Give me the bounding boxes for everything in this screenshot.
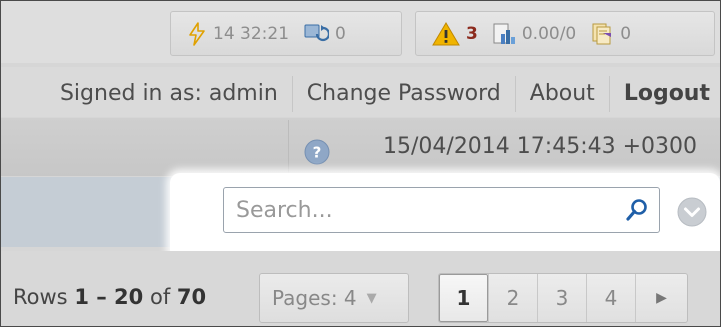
page-button-2[interactable]: 2 — [488, 274, 537, 322]
search-box[interactable] — [223, 187, 660, 233]
rows-label: Rows — [13, 285, 68, 309]
documents-icon — [592, 23, 612, 44]
status-strip: 14 32:21 0 3 0.00/0 0 — [1, 1, 720, 63]
rows-total: 70 — [176, 285, 207, 309]
dropdown-arrow-icon: ▼ — [366, 290, 377, 306]
page-button-1[interactable]: 1 — [439, 274, 488, 322]
status-alerts-count: 3 — [466, 23, 478, 44]
chevron-down-icon[interactable] — [677, 197, 707, 227]
status-group-system: 3 0.00/0 0 — [415, 11, 715, 56]
status-time[interactable]: 14 32:21 — [187, 21, 290, 46]
signed-in-label: Signed in as: admin — [59, 81, 278, 106]
status-sync[interactable]: 0 — [303, 22, 346, 46]
current-datetime: 15/04/2014 17:45:43 +0300 — [383, 134, 698, 159]
svg-text:?: ? — [313, 144, 322, 162]
search-input[interactable] — [234, 196, 618, 224]
user-menu: Signed in as: admin Change Password Abou… — [46, 76, 710, 112]
pages-label: Pages: 4 — [272, 286, 357, 310]
app-frame: 14 32:21 0 3 0.00/0 0 Signed in as: admi… — [0, 0, 721, 327]
rows-range: 1 – 20 — [74, 285, 144, 309]
help-icon[interactable]: ? — [304, 139, 330, 165]
chart-icon — [493, 23, 515, 44]
status-alerts[interactable]: 3 — [432, 21, 478, 46]
rows-summary: Rows 1 – 20 of 70 — [13, 285, 206, 309]
divider — [288, 120, 289, 176]
sync-icon — [304, 24, 330, 41]
lightning-icon — [189, 21, 205, 46]
change-password-link[interactable]: Change Password — [293, 79, 515, 109]
status-docs[interactable]: 0 — [590, 22, 631, 46]
logout-link[interactable]: Logout — [610, 79, 710, 109]
next-page-button[interactable]: ▶ — [635, 274, 687, 322]
pages-dropdown[interactable]: Pages: 4 ▼ — [259, 273, 409, 323]
status-balance[interactable]: 0.00/0 — [492, 22, 576, 46]
status-balance-value: 0.00/0 — [521, 23, 577, 44]
status-time-value: 14 32:21 — [213, 23, 290, 44]
status-docs-count: 0 — [620, 23, 632, 44]
pagination: 1 2 3 4 ▶ — [438, 273, 688, 323]
about-link[interactable]: About — [516, 79, 609, 109]
rows-of-label: of — [149, 285, 171, 309]
status-sync-count: 0 — [335, 23, 346, 44]
user-bar: Signed in as: admin Change Password Abou… — [1, 67, 720, 117]
page-button-4[interactable]: 4 — [586, 274, 635, 322]
warning-icon — [432, 21, 460, 45]
status-group-activity: 14 32:21 0 — [170, 11, 402, 56]
page-button-3[interactable]: 3 — [537, 274, 586, 322]
search-icon[interactable] — [625, 198, 649, 222]
